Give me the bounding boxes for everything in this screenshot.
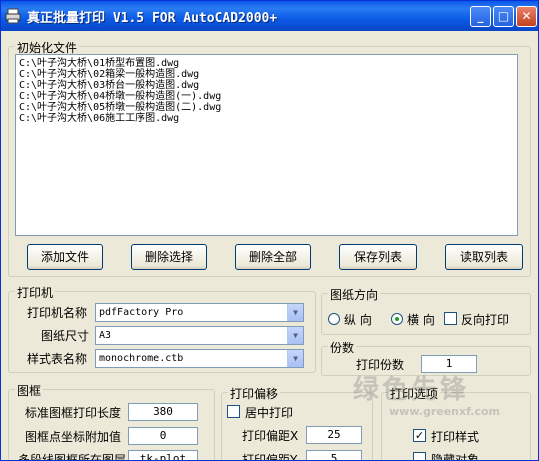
center-print-checkbox[interactable] xyxy=(227,405,240,418)
paper-size-value: A3 xyxy=(99,330,112,341)
chevron-down-icon[interactable]: ▼ xyxy=(287,327,303,344)
list-item[interactable]: C:\叶子沟大桥\01桥型布置图.dwg xyxy=(19,58,514,69)
reverse-print-checkbox[interactable] xyxy=(444,312,457,325)
orientation-group-label: 图纸方向 xyxy=(328,286,381,303)
printer-app-icon xyxy=(5,8,21,24)
save-list-button[interactable]: 保存列表 xyxy=(339,244,417,270)
list-item[interactable]: C:\叶子沟大桥\03桥台一般构造图.dwg xyxy=(19,80,514,91)
add-file-button[interactable]: 添加文件 xyxy=(27,244,103,270)
offset-x-input[interactable]: 25 xyxy=(306,426,362,444)
style-table-value: monochrome.ctb xyxy=(99,353,184,364)
offset-x-label: 打印偏距X xyxy=(242,429,299,443)
portrait-label: 纵 向 xyxy=(344,313,372,327)
print-offset-group-label: 打印偏移 xyxy=(228,385,281,402)
offset-y-label: 打印偏距Y xyxy=(242,453,298,461)
batch-print-window: 真正批量打印 V1.5 FOR AutoCAD2000+ _ □ ✕ 初始化文件… xyxy=(0,0,539,461)
plot-style-checkbox[interactable]: ✓ xyxy=(413,429,426,442)
list-item[interactable]: C:\叶子沟大桥\06施工工序图.dwg xyxy=(19,113,514,124)
list-item[interactable]: C:\叶子沟大桥\04桥墩一般构造图(一).dwg xyxy=(19,91,514,102)
coord-add-input[interactable]: 0 xyxy=(128,427,198,445)
chevron-down-icon[interactable]: ▼ xyxy=(287,304,303,321)
offset-y-input[interactable]: 5 xyxy=(306,450,362,460)
printer-group-label: 打印机 xyxy=(15,284,56,301)
frame-length-label: 标准图框打印长度 xyxy=(25,406,122,420)
landscape-label: 横 向 xyxy=(407,313,435,327)
printer-name-value: pdfFactory Pro xyxy=(99,307,184,318)
frame-length-input[interactable]: 380 xyxy=(128,403,198,421)
watermark-text: 绿色先锋 xyxy=(353,375,470,405)
maximize-button[interactable]: □ xyxy=(493,6,514,27)
printer-name-label: 打印机名称 xyxy=(27,306,88,320)
coord-add-label: 图框点坐标附加值 xyxy=(25,430,122,444)
title-bar[interactable]: 真正批量打印 V1.5 FOR AutoCAD2000+ _ □ ✕ xyxy=(1,1,538,31)
hide-objects-checkbox[interactable] xyxy=(413,452,426,460)
watermark-url: www.greenxf.com xyxy=(389,405,501,418)
delete-all-button[interactable]: 删除全部 xyxy=(235,244,311,270)
plot-style-label: 打印样式 xyxy=(431,430,480,444)
paper-size-select[interactable]: A3 ▼ xyxy=(95,326,304,345)
minimize-button[interactable]: _ xyxy=(470,6,491,27)
printer-name-select[interactable]: pdfFactory Pro ▼ xyxy=(95,303,304,322)
list-item[interactable]: C:\叶子沟大桥\05桥墩一般构造图(二).dwg xyxy=(19,102,514,113)
reverse-print-label: 反向打印 xyxy=(461,313,510,327)
center-print-label: 居中打印 xyxy=(245,406,294,420)
style-table-select[interactable]: monochrome.ctb ▼ xyxy=(95,349,304,368)
delete-selected-button[interactable]: 删除选择 xyxy=(131,244,207,270)
multi-layer-label: 多段线图框所在图层 xyxy=(18,453,127,461)
landscape-radio[interactable] xyxy=(391,313,403,325)
file-listbox[interactable]: C:\叶子沟大桥\01桥型布置图.dwg C:\叶子沟大桥\02箱梁一般构造图.… xyxy=(15,54,518,236)
close-button[interactable]: ✕ xyxy=(516,6,537,27)
window-title: 真正批量打印 V1.5 FOR AutoCAD2000+ xyxy=(27,11,278,26)
copies-group-label: 份数 xyxy=(328,339,357,356)
chevron-down-icon[interactable]: ▼ xyxy=(287,350,303,367)
frame-group-label: 图框 xyxy=(15,382,44,399)
portrait-radio[interactable] xyxy=(328,313,340,325)
list-item[interactable]: C:\叶子沟大桥\02箱梁一般构造图.dwg xyxy=(19,69,514,80)
multi-layer-input[interactable]: tk-plot xyxy=(128,450,198,460)
style-table-label: 样式表名称 xyxy=(27,352,88,366)
read-list-button[interactable]: 读取列表 xyxy=(445,244,523,270)
hide-objects-label: 隐藏对象 xyxy=(431,453,480,461)
paper-size-label: 图纸尺寸 xyxy=(41,329,90,343)
